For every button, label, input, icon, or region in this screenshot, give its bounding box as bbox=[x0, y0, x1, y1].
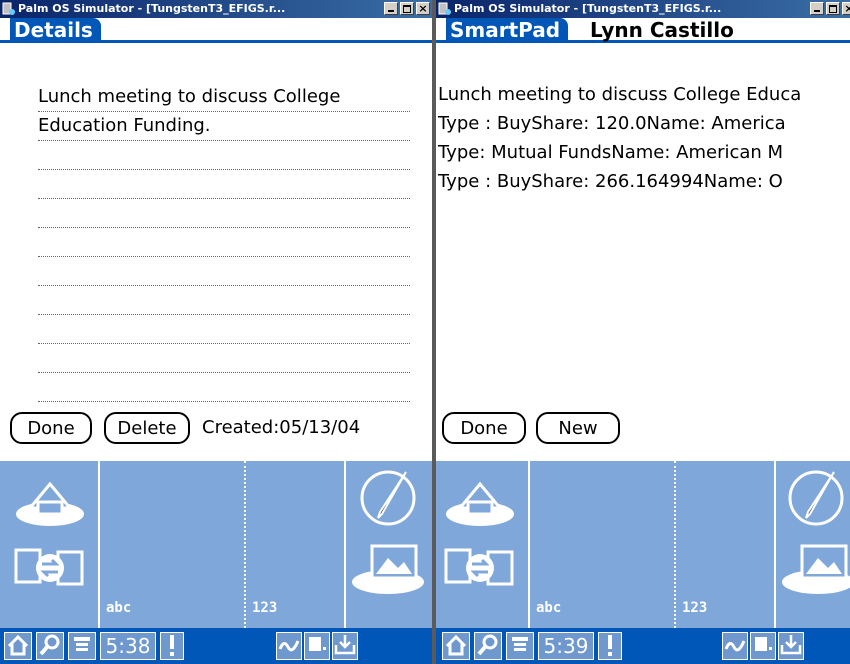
window-titlebar[interactable]: Palm OS Simulator - [TungstenT3_EFIGS.r.… bbox=[0, 0, 432, 18]
pad-line: Type : BuyShare: 120.0Name: America bbox=[438, 113, 786, 134]
window-title: Palm OS Simulator - [TungstenT3_EFIGS.r.… bbox=[454, 2, 722, 15]
minimize-icon[interactable] bbox=[384, 2, 398, 15]
note-line bbox=[38, 227, 410, 257]
note-line bbox=[38, 343, 410, 373]
device-icon[interactable] bbox=[750, 632, 776, 660]
home-icon[interactable] bbox=[442, 470, 518, 530]
maximize-icon[interactable] bbox=[400, 2, 414, 15]
close-icon[interactable]: × bbox=[416, 2, 430, 15]
note-line-text: Lunch meeting to discuss College bbox=[38, 86, 341, 107]
note-line bbox=[38, 285, 410, 315]
note-line-text: Education Funding. bbox=[38, 115, 211, 136]
silk-divider bbox=[98, 461, 100, 628]
note-text-area[interactable]: Lunch meeting to discuss College Educati… bbox=[38, 82, 410, 140]
graffiti-icon[interactable] bbox=[722, 632, 748, 660]
clock-time[interactable]: 5:39 bbox=[538, 632, 594, 660]
menu-icon[interactable] bbox=[506, 632, 534, 660]
done-button[interactable]: Done bbox=[10, 412, 92, 444]
home-status-icon[interactable] bbox=[442, 632, 470, 660]
alert-icon[interactable] bbox=[160, 632, 184, 660]
note-line bbox=[38, 140, 410, 170]
note-line bbox=[38, 198, 410, 228]
sync-icon[interactable] bbox=[442, 540, 518, 596]
picture-icon[interactable] bbox=[778, 532, 850, 598]
input-icon[interactable] bbox=[778, 632, 804, 660]
smartpad-text-area[interactable]: Lunch meeting to discuss College Educa T… bbox=[438, 80, 801, 196]
note-line bbox=[38, 314, 410, 344]
silk-dotted-divider bbox=[674, 461, 676, 628]
home-icon[interactable] bbox=[12, 470, 88, 530]
picture-icon[interactable] bbox=[348, 532, 428, 598]
silk-dotted-divider bbox=[244, 461, 246, 628]
abc-label: abc bbox=[106, 600, 132, 616]
app-title-tab[interactable]: SmartPad bbox=[446, 18, 569, 42]
status-bar bbox=[0, 628, 432, 664]
contact-name: Lynn Castillo bbox=[590, 18, 734, 42]
menu-icon[interactable] bbox=[68, 632, 96, 660]
pad-line: Type: Mutual FundsName: American M bbox=[438, 142, 784, 163]
new-button[interactable]: New bbox=[536, 412, 620, 444]
silk-divider bbox=[774, 461, 776, 628]
alert-icon[interactable] bbox=[598, 632, 622, 660]
simulator-window-details: Palm OS Simulator - [TungstenT3_EFIGS.r.… bbox=[0, 0, 432, 664]
graffiti-icon[interactable] bbox=[276, 632, 302, 660]
done-button[interactable]: Done bbox=[442, 412, 526, 444]
minimize-icon[interactable] bbox=[810, 2, 824, 15]
delete-button[interactable]: Delete bbox=[104, 412, 190, 444]
created-date: Created:05/13/04 bbox=[202, 417, 361, 438]
num-label: 123 bbox=[682, 600, 708, 616]
simulator-window-smartpad: Palm OS Simulator - [TungstenT3_EFIGS.r.… bbox=[436, 0, 850, 664]
sync-icon[interactable] bbox=[12, 540, 88, 596]
pad-line: Lunch meeting to discuss College Educa bbox=[438, 84, 802, 105]
search-icon[interactable] bbox=[36, 632, 64, 660]
palm-app-icon bbox=[2, 2, 15, 15]
input-icon[interactable] bbox=[332, 632, 358, 660]
window-title: Palm OS Simulator - [TungstenT3_EFIGS.r.… bbox=[18, 2, 286, 15]
window-titlebar[interactable]: Palm OS Simulator - [TungstenT3_EFIGS.r.… bbox=[436, 0, 850, 18]
pad-line: Type : BuyShare: 266.164994Name: O bbox=[438, 171, 783, 192]
silk-divider bbox=[528, 461, 530, 628]
palm-app-icon bbox=[438, 2, 451, 15]
note-line bbox=[38, 372, 410, 402]
silk-divider bbox=[344, 461, 346, 628]
close-icon[interactable]: × bbox=[842, 2, 850, 15]
pen-icon[interactable] bbox=[360, 466, 420, 528]
pen-icon[interactable] bbox=[788, 466, 848, 528]
note-line bbox=[38, 169, 410, 199]
device-icon[interactable] bbox=[304, 632, 330, 660]
maximize-icon[interactable] bbox=[826, 2, 840, 15]
abc-label: abc bbox=[536, 600, 562, 616]
app-title-tab[interactable]: Details bbox=[10, 18, 101, 42]
search-icon[interactable] bbox=[474, 632, 502, 660]
num-label: 123 bbox=[252, 600, 278, 616]
home-status-icon[interactable] bbox=[4, 632, 32, 660]
note-line bbox=[38, 256, 410, 286]
clock-time[interactable]: 5:38 bbox=[100, 632, 156, 660]
